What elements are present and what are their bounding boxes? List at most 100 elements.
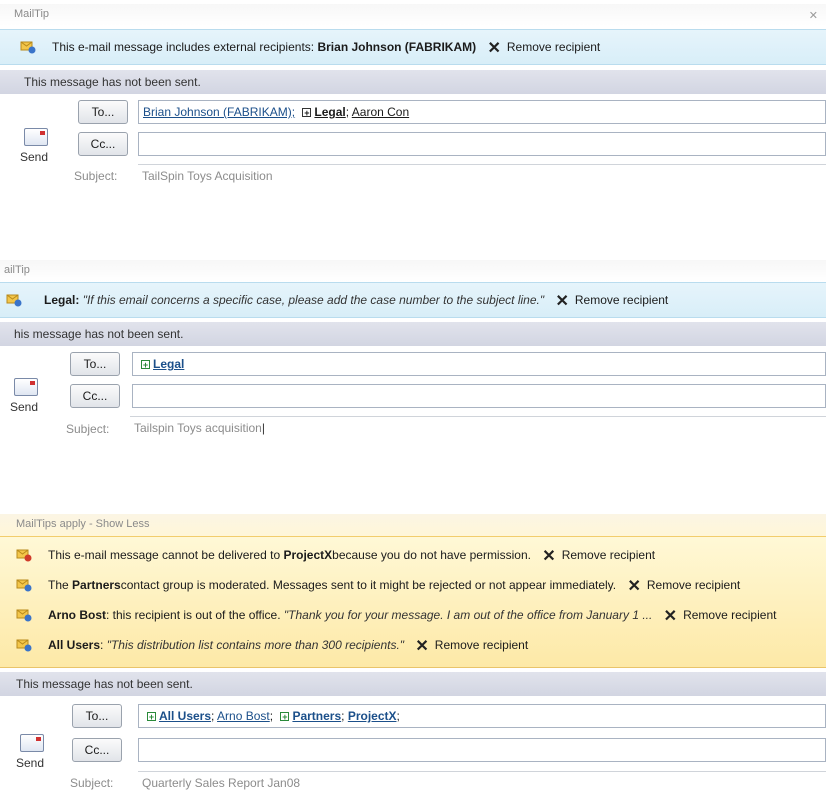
mailtip-line: The Partnerscontact group is moderated. … bbox=[0, 571, 826, 599]
cc-field[interactable] bbox=[138, 132, 826, 156]
to-button[interactable]: To... bbox=[72, 704, 122, 728]
mailtip-text: Arno Bost: this recipient is out of the … bbox=[48, 601, 776, 631]
status-bar: This message has not been sent. bbox=[0, 672, 826, 696]
mailtip-line: This e-mail message cannot be delivered … bbox=[0, 541, 826, 569]
remove-recipient-label: Remove recipient bbox=[434, 638, 529, 652]
mailtip-message: : this recipient is out of the office. bbox=[106, 608, 281, 622]
status-bar: his message has not been sent. bbox=[0, 322, 826, 346]
cc-button[interactable]: Cc... bbox=[72, 738, 122, 762]
expand-group-icon[interactable]: + bbox=[147, 712, 156, 722]
mailtip-text: This e-mail message cannot be delivered … bbox=[48, 541, 655, 571]
subject-field[interactable]: Tailspin Toys acquisition| bbox=[130, 416, 826, 438]
recipient-name: Legal bbox=[44, 293, 76, 307]
send-icon bbox=[24, 128, 48, 146]
expand-group-icon[interactable]: + bbox=[141, 360, 150, 370]
mailtip-text: Legal: "If this email concerns a specifi… bbox=[44, 286, 668, 316]
mailtip-panel-external: MailTip ✕ This e-mail message includes ex… bbox=[0, 0, 826, 185]
subject-field[interactable]: Quarterly Sales Report Jan08 bbox=[138, 771, 826, 790]
mailtip-message: contact group is moderated. Messages sen… bbox=[120, 578, 617, 592]
recipient-link[interactable]: ProjectX bbox=[348, 709, 397, 723]
mailtip-message: This e-mail message includes external re… bbox=[52, 40, 315, 54]
close-icon: ✕ bbox=[627, 578, 641, 595]
mailtip-panel-multiple: MailTips apply - Show Less This e-mail m… bbox=[0, 510, 826, 790]
recipient-link[interactable]: Arno Bost bbox=[217, 709, 270, 723]
recipient-group-link[interactable]: Legal bbox=[314, 105, 345, 119]
mailtip-text: This e-mail message includes external re… bbox=[52, 33, 600, 63]
mailtip-line: Legal: "If this email concerns a specifi… bbox=[0, 286, 826, 314]
send-label: Send bbox=[9, 400, 39, 414]
recipient-group-link[interactable]: All Users bbox=[159, 709, 211, 723]
cc-button[interactable]: Cc... bbox=[70, 384, 120, 408]
send-label: Send bbox=[19, 150, 49, 164]
close-icon: ✕ bbox=[663, 608, 678, 625]
close-icon: ✕ bbox=[415, 638, 429, 655]
recipient-name: Brian Johnson (FABRIKAM) bbox=[317, 40, 477, 54]
subject-field[interactable]: TailSpin Toys Acquisition bbox=[138, 164, 826, 185]
send-button[interactable]: Send bbox=[8, 734, 52, 790]
remove-recipient-label: Remove recipient bbox=[683, 608, 777, 622]
send-label: Send bbox=[15, 756, 45, 770]
cc-field[interactable] bbox=[138, 738, 826, 762]
to-field[interactable]: Brian Johnson (FABRIKAM); + Legal; Aaron … bbox=[138, 100, 826, 124]
mailtip-header: MailTip ✕ bbox=[0, 4, 826, 26]
remove-recipient-button[interactable]: ✕ Remove recipient bbox=[415, 631, 528, 661]
recipient-name: All Users bbox=[48, 638, 101, 652]
separator: ; bbox=[269, 709, 274, 723]
expand-group-icon[interactable]: + bbox=[302, 108, 312, 118]
cc-button[interactable]: Cc... bbox=[78, 132, 128, 156]
mailtip-header-label: MailTip bbox=[14, 8, 50, 20]
mailtip-bar: Legal: "If this email concerns a specifi… bbox=[0, 282, 826, 318]
send-button[interactable]: Send bbox=[12, 128, 56, 185]
mailtip-info-icon bbox=[20, 41, 36, 54]
mailtip-header: ailTip bbox=[0, 260, 826, 282]
close-icon[interactable]: ✕ bbox=[809, 6, 818, 26]
remove-recipient-button[interactable]: ✕ Remove recipient bbox=[487, 33, 600, 63]
text-cursor: | bbox=[261, 421, 265, 435]
remove-recipient-label: Remove recipient bbox=[646, 578, 741, 592]
separator: ; bbox=[341, 709, 345, 723]
mailtip-info-icon bbox=[16, 609, 32, 622]
mailtip-bar: This e-mail message includes external re… bbox=[0, 29, 826, 65]
to-button[interactable]: To... bbox=[70, 352, 120, 376]
remove-recipient-button[interactable]: ✕ Remove recipient bbox=[555, 286, 668, 316]
recipient-name: Arno Bost bbox=[48, 608, 106, 622]
separator: ; bbox=[211, 709, 215, 723]
mailtip-quote: "Thank you for your message. I am out of… bbox=[283, 608, 653, 622]
subject-label: Subject: bbox=[74, 169, 118, 183]
mailtip-text: The Partnerscontact group is moderated. … bbox=[48, 571, 740, 601]
mailtip-quote: "This distribution list contains more th… bbox=[106, 638, 405, 652]
close-icon: ✕ bbox=[542, 548, 556, 565]
remove-recipient-label: Remove recipient bbox=[506, 40, 601, 54]
expand-group-icon[interactable]: + bbox=[280, 712, 290, 722]
subject-label: Subject: bbox=[70, 776, 114, 790]
separator: ; bbox=[396, 709, 400, 723]
mailtip-info-icon bbox=[6, 294, 22, 307]
recipient-link[interactable]: Brian Johnson (FABRIKAM); bbox=[143, 105, 295, 119]
recipient-group-link[interactable]: Partners bbox=[292, 709, 341, 723]
mailtip-line: All Users: "This distribution list conta… bbox=[0, 631, 826, 659]
mailtip-message: because you do not have permission. bbox=[332, 548, 531, 562]
send-icon bbox=[14, 378, 38, 396]
remove-recipient-button[interactable]: ✕ Remove recipient bbox=[664, 601, 777, 631]
recipient-group-link[interactable]: Legal bbox=[153, 357, 184, 371]
remove-recipient-button[interactable]: ✕ Remove recipient bbox=[542, 541, 655, 571]
recipient-link[interactable]: Aaron Con bbox=[352, 105, 409, 119]
mailtip-info-icon bbox=[16, 639, 32, 652]
mailtip-bar: This e-mail message cannot be delivered … bbox=[0, 536, 826, 668]
remove-recipient-label: Remove recipient bbox=[561, 548, 656, 562]
to-button[interactable]: To... bbox=[78, 100, 128, 124]
to-field[interactable]: + All Users; Arno Bost; + Partners; Projec… bbox=[138, 704, 826, 728]
status-bar: This message has not been sent. bbox=[0, 70, 826, 94]
remove-recipient-button[interactable]: ✕ Remove recipient bbox=[627, 571, 740, 601]
mailtip-line: Arno Bost: this recipient is out of the … bbox=[0, 601, 826, 629]
mailtip-message: : bbox=[100, 638, 104, 652]
to-field[interactable]: + Legal bbox=[132, 352, 826, 376]
mailtip-message: The bbox=[48, 578, 69, 592]
mailtip-header[interactable]: MailTips apply - Show Less bbox=[0, 514, 826, 536]
cc-field[interactable] bbox=[132, 384, 826, 408]
mailtip-blocked-icon bbox=[16, 549, 32, 562]
send-button[interactable]: Send bbox=[2, 378, 46, 436]
separator: : bbox=[75, 293, 80, 307]
recipient-name: Partners bbox=[72, 578, 121, 592]
mailtip-message: This e-mail message cannot be delivered … bbox=[48, 548, 281, 562]
